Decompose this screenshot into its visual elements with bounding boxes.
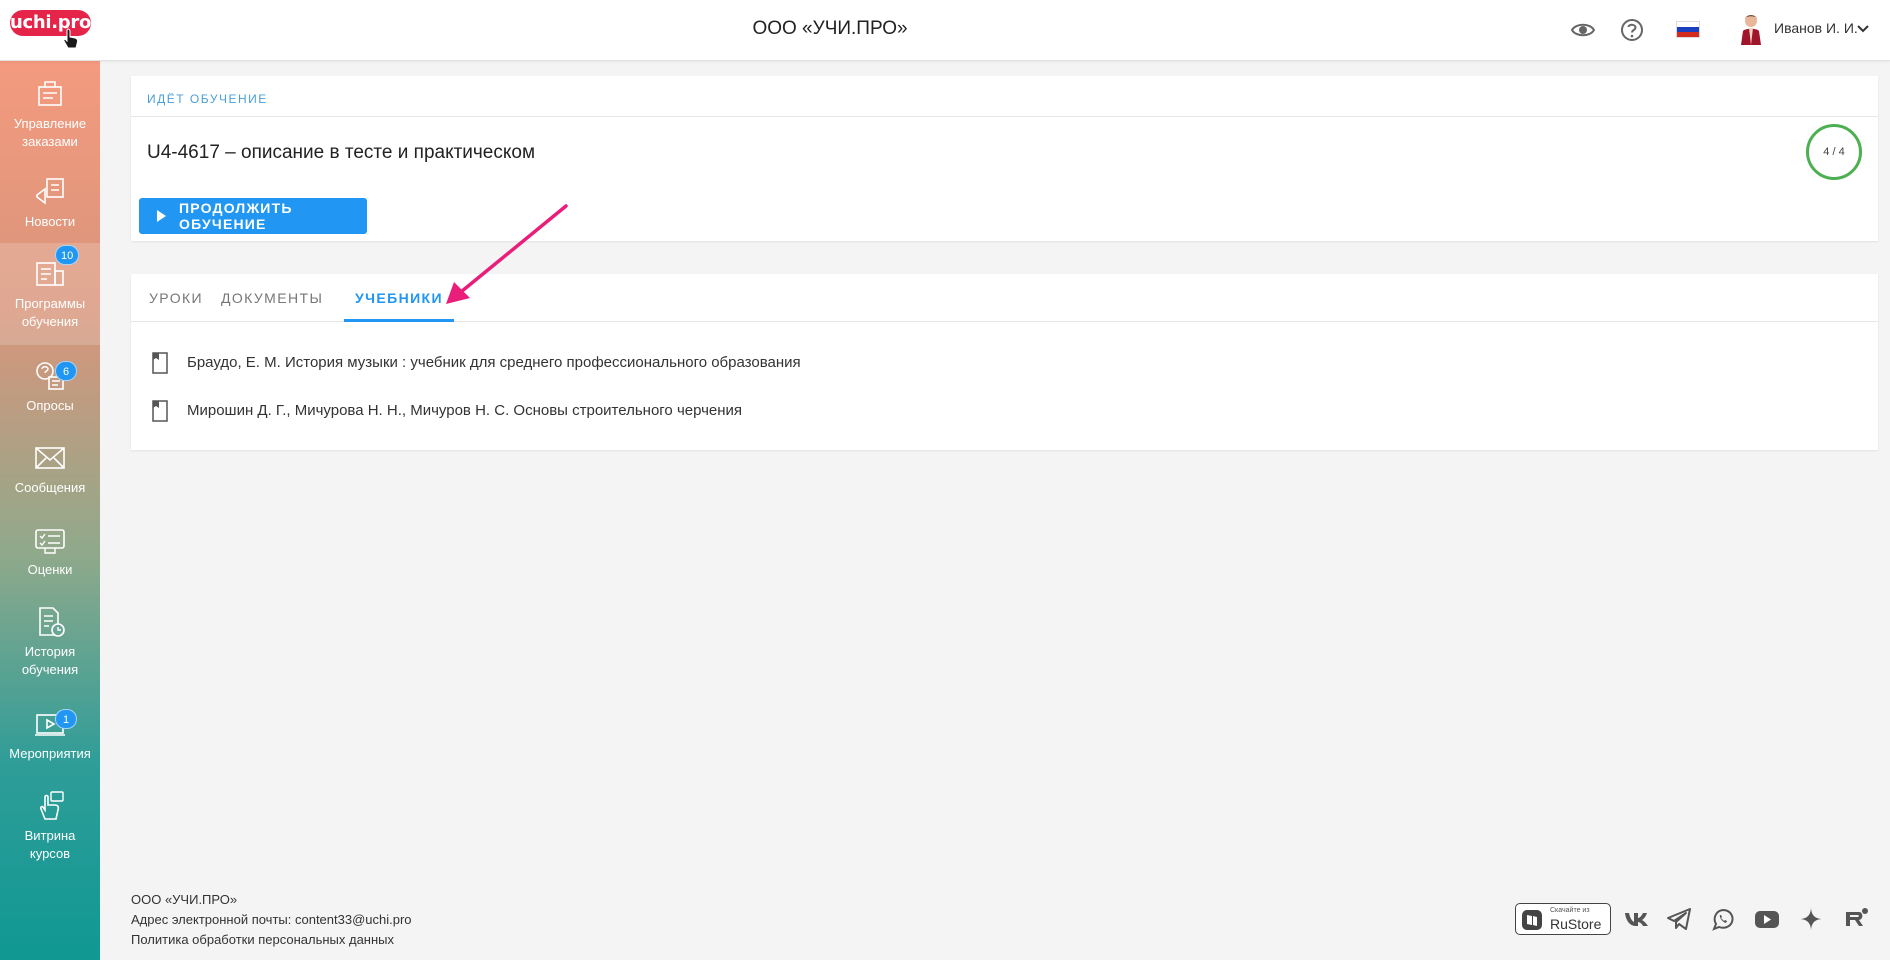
top-header: uchi.pro ООО «УЧИ.ПРО» Иванов И. И.: [0, 0, 1890, 61]
sidebar-item-label: обучения: [21, 314, 79, 329]
user-name[interactable]: Иванов И. И.: [1774, 20, 1858, 36]
book-icon: [152, 352, 168, 374]
russia-flag-icon[interactable]: [1676, 21, 1700, 38]
telegram-icon[interactable]: [1665, 905, 1693, 933]
textbook-title[interactable]: Мирошин Д. Г., Мичурова Н. Н., Мичуров Н…: [187, 402, 742, 419]
tab-lessons[interactable]: УРОКИ: [131, 274, 221, 322]
sidebar-item-label: Витрина: [24, 828, 76, 843]
footer: ООО «УЧИ.ПРО» Адрес электронной почты: c…: [131, 890, 412, 950]
rustore-small-text: Скачайте из: [1550, 907, 1590, 914]
news-icon: [36, 178, 64, 205]
vk-icon[interactable]: [1622, 905, 1650, 933]
sidebar-item-showcase[interactable]: Витрина курсов: [0, 789, 100, 881]
divider: [131, 116, 1878, 117]
footer-email[interactable]: Адрес электронной почты: content33@uchi.…: [131, 910, 412, 930]
sidebar-item-label: Мероприятия: [9, 746, 91, 761]
course-status: ИДЁТ ОБУЧЕНИЕ: [147, 92, 268, 106]
tab-documents[interactable]: ДОКУМЕНТЫ: [221, 274, 323, 322]
events-badge: 1: [55, 709, 77, 729]
rustore-icon: [1522, 910, 1542, 930]
footer-org: ООО «УЧИ.ПРО»: [131, 892, 238, 907]
tabs-bar: УРОКИ ДОКУМЕНТЫ УЧЕБНИКИ: [131, 274, 1878, 322]
dzen-icon[interactable]: [1797, 905, 1825, 933]
book-icon: [152, 400, 168, 422]
sidebar-item-history[interactable]: История обучения: [0, 605, 100, 697]
tab-textbooks[interactable]: УЧЕБНИКИ: [344, 274, 454, 322]
materials-card: УРОКИ ДОКУМЕНТЫ УЧЕБНИКИ Браудо, Е. М. И…: [131, 274, 1878, 450]
sidebar-item-label: Оценки: [27, 562, 73, 577]
play-icon: [157, 210, 166, 222]
sidebar-item-label: курсов: [29, 846, 71, 861]
sidebar-item-label: История: [24, 644, 76, 659]
rustore-text: RuStore: [1550, 916, 1602, 932]
sidebar: Управление заказами Новости 10 Программы…: [0, 61, 100, 960]
help-icon[interactable]: [1619, 17, 1645, 43]
sidebar-item-grades[interactable]: Оценки: [0, 523, 100, 595]
sidebar-item-programs[interactable]: 10 Программы обучения: [0, 243, 100, 345]
mail-icon: [35, 447, 65, 469]
history-icon: [39, 607, 65, 637]
orders-icon: [38, 81, 62, 106]
whatsapp-icon[interactable]: [1709, 905, 1737, 933]
sidebar-item-label: Управление: [13, 116, 87, 131]
chevron-down-icon[interactable]: [1856, 22, 1870, 36]
course-card: ИДЁТ ОБУЧЕНИЕ U4-4617 – описание в тесте…: [131, 76, 1878, 241]
sidebar-item-label: Программы: [14, 296, 86, 311]
sidebar-item-label: Сообщения: [14, 480, 86, 495]
sidebar-item-messages[interactable]: Сообщения: [0, 441, 100, 513]
continue-learning-button[interactable]: ПРОДОЛЖИТЬ ОБУЧЕНИЕ: [139, 198, 367, 234]
rutube-icon[interactable]: [1842, 905, 1870, 933]
continue-learning-label: ПРОДОЛЖИТЬ ОБУЧЕНИЕ: [179, 200, 293, 232]
sidebar-item-news[interactable]: Новости: [0, 175, 100, 247]
grades-icon: [35, 529, 65, 554]
sidebar-item-label: обучения: [21, 662, 79, 677]
organization-title: ООО «УЧИ.ПРО»: [752, 18, 908, 39]
sidebar-item-surveys[interactable]: 6 Опросы: [0, 359, 100, 431]
eye-icon[interactable]: [1570, 17, 1596, 43]
sidebar-item-orders[interactable]: Управление заказами: [0, 77, 100, 167]
surveys-badge: 6: [55, 361, 77, 381]
youtube-icon[interactable]: [1753, 905, 1781, 933]
sidebar-item-events[interactable]: 1 Мероприятия: [0, 707, 100, 779]
annotation-arrow-icon: [446, 204, 568, 304]
privacy-policy-link[interactable]: Политика обработки персональных данных: [131, 930, 412, 950]
progress-indicator: 4 / 4: [1806, 124, 1862, 180]
avatar[interactable]: [1738, 13, 1764, 45]
rustore-badge[interactable]: Скачайте из RuStore: [1515, 903, 1611, 935]
course-title: U4-4617 – описание в тесте и практическо…: [147, 142, 536, 163]
showcase-icon: [39, 791, 64, 820]
sidebar-item-label: Новости: [24, 214, 76, 229]
sidebar-item-label: Опросы: [26, 398, 74, 413]
programs-badge: 10: [55, 245, 80, 265]
textbook-title[interactable]: Браудо, Е. М. История музыки : учебник д…: [187, 354, 801, 371]
sidebar-item-label: заказами: [22, 134, 78, 149]
